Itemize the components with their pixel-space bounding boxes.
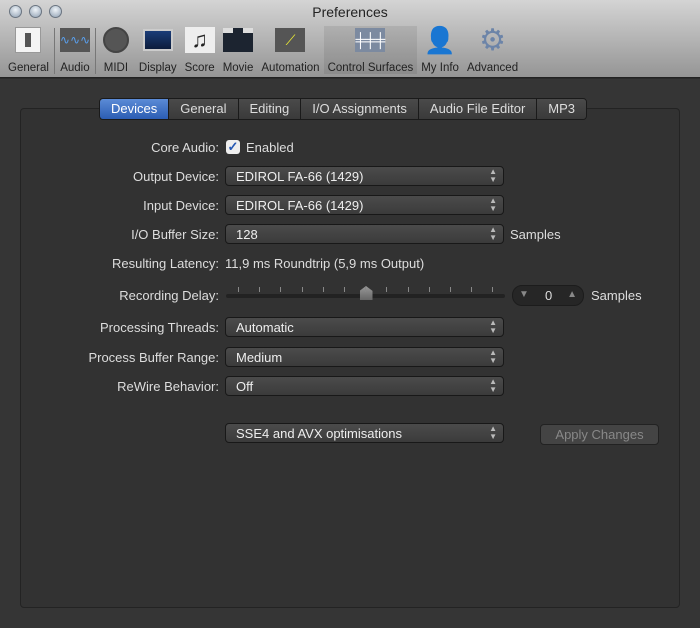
tab-devices[interactable]: Devices bbox=[100, 99, 170, 119]
tab-io-assignments[interactable]: I/O Assignments bbox=[301, 99, 419, 119]
toolbar-label: Score bbox=[184, 62, 215, 74]
faders-icon: ╪╪╪ bbox=[355, 26, 386, 54]
toolbar-label: Control Surfaces bbox=[327, 62, 414, 74]
rewire-popup[interactable]: Off ▲ ▼ bbox=[225, 376, 504, 396]
updown-arrows-icon: ▲ ▼ bbox=[489, 377, 497, 394]
buffer-range-label: Process Buffer Range: bbox=[88, 350, 219, 365]
window-title: Preferences bbox=[312, 4, 388, 20]
tab-editing[interactable]: Editing bbox=[238, 99, 302, 119]
toolbar-movie[interactable]: Movie bbox=[219, 26, 258, 74]
decrement-icon[interactable]: ▼ bbox=[519, 289, 529, 300]
slider-tick bbox=[322, 287, 324, 292]
threads-popup[interactable]: Automatic ▲ ▼ bbox=[225, 317, 504, 337]
tab-mp3[interactable]: MP3 bbox=[537, 99, 587, 119]
buffer-range-popup[interactable]: Medium ▲ ▼ bbox=[225, 347, 504, 367]
core-audio-label: Core Audio: bbox=[151, 140, 219, 155]
separator bbox=[94, 28, 96, 74]
popup-value: EDIROL FA-66 (1429) bbox=[236, 198, 364, 213]
automation-curve-icon: ⟋ bbox=[275, 26, 306, 54]
music-notes-icon: ♫ bbox=[184, 26, 215, 54]
recording-delay-slider[interactable] bbox=[226, 286, 505, 300]
midi-port-icon bbox=[101, 26, 131, 54]
core-audio-enabled-label: Enabled bbox=[246, 140, 294, 155]
output-device-popup[interactable]: EDIROL FA-66 (1429) ▲ ▼ bbox=[225, 166, 504, 186]
updown-arrows-icon: ▲ ▼ bbox=[489, 318, 497, 335]
popup-value: Automatic bbox=[236, 320, 294, 335]
toolbar-general[interactable]: General bbox=[4, 26, 53, 74]
recording-delay-stepper[interactable]: ▼ 0 ▲ bbox=[512, 285, 584, 306]
toolbar: General ∿∿∿ Audio MIDI Display ♫ Score Mov… bbox=[4, 23, 522, 75]
toolbar-control-surfaces[interactable]: ╪╪╪ Control Surfaces bbox=[323, 26, 418, 74]
slider-tick bbox=[365, 287, 367, 292]
input-device-label: Input Device: bbox=[143, 198, 219, 213]
toolbar-automation[interactable]: ⟋ Automation bbox=[257, 26, 323, 74]
slider-tick bbox=[428, 287, 430, 292]
toolbar-audio[interactable]: ∿∿∿ Audio bbox=[56, 26, 94, 74]
buffer-size-label: I/O Buffer Size: bbox=[131, 227, 219, 242]
slider-tick bbox=[407, 287, 409, 292]
popup-value: 128 bbox=[236, 227, 258, 242]
preferences-pane: Devices General Editing I/O Assignments … bbox=[0, 79, 700, 628]
slider-tick bbox=[301, 287, 303, 292]
toolbar-label: Advanced bbox=[466, 62, 519, 74]
output-device-label: Output Device: bbox=[133, 169, 219, 184]
buffer-size-popup[interactable]: 128 ▲ ▼ bbox=[225, 224, 504, 244]
slider-tick bbox=[450, 287, 451, 292]
tab-bar: Devices General Editing I/O Assignments … bbox=[99, 98, 588, 120]
toolbar-label: My Info bbox=[421, 62, 459, 74]
clapperboard-icon bbox=[223, 26, 254, 54]
slider-tick bbox=[492, 287, 494, 292]
updown-arrows-icon: ▲ ▼ bbox=[489, 196, 497, 213]
toolbar-midi[interactable]: MIDI bbox=[97, 26, 135, 74]
monitor-icon bbox=[142, 26, 173, 54]
tab-general[interactable]: General bbox=[169, 99, 239, 119]
updown-arrows-icon: ▲ ▼ bbox=[489, 225, 497, 242]
toolbar-label: Audio bbox=[60, 62, 90, 74]
slider-tick bbox=[386, 287, 388, 292]
popup-value: SSE4 and AVX optimisations bbox=[236, 426, 402, 441]
popup-value: Off bbox=[236, 379, 254, 394]
toolbar-label: Automation bbox=[261, 62, 320, 74]
slider-tick bbox=[238, 287, 239, 292]
increment-icon[interactable]: ▲ bbox=[567, 289, 577, 300]
popup-value: Medium bbox=[236, 350, 283, 365]
toolbar-score[interactable]: ♫ Score bbox=[181, 26, 219, 74]
waveform-icon: ∿∿∿ bbox=[59, 26, 90, 54]
input-device-popup[interactable]: EDIROL FA-66 (1429) ▲ ▼ bbox=[225, 195, 504, 215]
switch-icon bbox=[13, 26, 43, 54]
updown-arrows-icon: ▲ ▼ bbox=[489, 167, 497, 184]
toolbar-advanced[interactable]: ⚙ Advanced bbox=[463, 23, 522, 75]
titlebar-toolbar: Preferences General ∿∿∿ Audio MIDI Displa… bbox=[0, 0, 700, 78]
rewire-label: ReWire Behavior: bbox=[117, 379, 219, 394]
threads-label: Processing Threads: bbox=[100, 320, 219, 335]
buffer-unit: Samples bbox=[510, 227, 561, 242]
separator bbox=[53, 28, 55, 74]
slider-tick bbox=[259, 287, 261, 292]
toolbar-my-info[interactable]: 👤 My Info bbox=[417, 24, 463, 75]
slider-tick bbox=[344, 287, 345, 292]
updown-arrows-icon: ▲ ▼ bbox=[489, 348, 497, 365]
latency-label: Resulting Latency: bbox=[112, 256, 219, 271]
toolbar-display[interactable]: Display bbox=[135, 26, 181, 74]
optimisation-popup[interactable]: SSE4 and AVX optimisations ▲ ▼ bbox=[225, 423, 504, 443]
recording-delay-label: Recording Delay: bbox=[119, 288, 219, 303]
gear-icon: ⚙ bbox=[479, 23, 506, 57]
toolbar-label: MIDI bbox=[103, 62, 129, 74]
popup-value: EDIROL FA-66 (1429) bbox=[236, 169, 364, 184]
user-silhouette-icon: 👤 bbox=[423, 24, 457, 55]
apply-changes-button[interactable]: Apply Changes bbox=[540, 424, 659, 445]
toolbar-label: Movie bbox=[222, 62, 254, 74]
tab-audio-file-editor[interactable]: Audio File Editor bbox=[418, 99, 538, 119]
latency-value: 11,9 ms Roundtrip (5,9 ms Output) bbox=[225, 256, 425, 271]
toolbar-label: General bbox=[8, 62, 49, 74]
delay-unit: Samples bbox=[591, 288, 642, 303]
stepper-value[interactable]: 0 bbox=[545, 288, 552, 303]
slider-tick bbox=[471, 287, 473, 292]
core-audio-checkbox[interactable]: ✓ bbox=[226, 140, 240, 154]
toolbar-label: Display bbox=[138, 62, 177, 74]
slider-tick bbox=[280, 287, 282, 292]
updown-arrows-icon: ▲ ▼ bbox=[489, 424, 497, 441]
